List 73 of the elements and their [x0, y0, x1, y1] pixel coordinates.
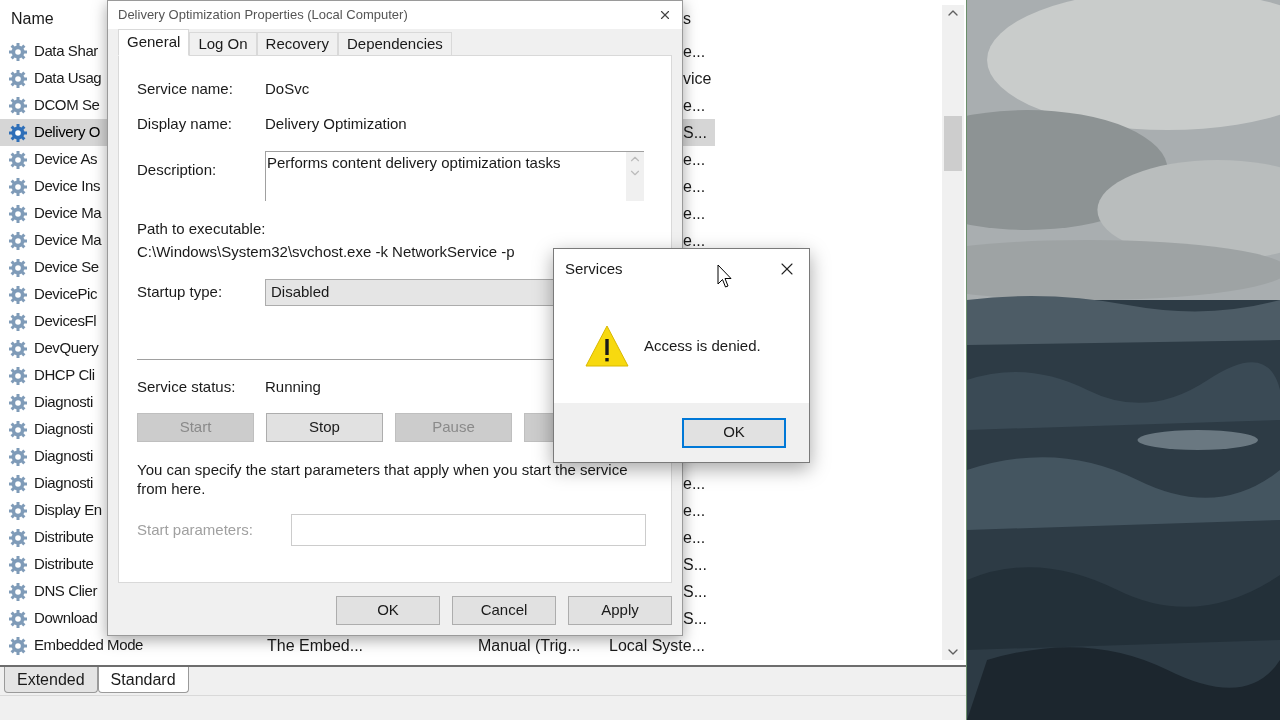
field-label: Service status: — [137, 376, 237, 397]
tab[interactable]: Dependencies — [337, 32, 452, 56]
scroll-thumb[interactable] — [944, 116, 962, 171]
service-button[interactable]: Stop — [266, 413, 383, 442]
gear-icon — [8, 365, 28, 386]
gear-icon — [8, 230, 28, 251]
gear-icon — [8, 284, 28, 305]
gear-icon — [8, 581, 28, 602]
cursor-icon — [717, 264, 733, 290]
table-cell: e... — [683, 528, 706, 546]
field-value: Delivery Optimization — [265, 113, 407, 134]
table-cell: S... — [683, 123, 707, 141]
field-label: Start parameters: — [137, 519, 254, 540]
column-header[interactable]: Name — [0, 7, 54, 31]
table-cell: S... — [683, 609, 707, 627]
gear-icon — [8, 149, 28, 170]
table-cell: e... — [683, 501, 706, 519]
tab[interactable]: Log On — [189, 32, 257, 56]
field-label: Startup type: — [137, 282, 224, 303]
field-label: Service name: — [137, 78, 234, 99]
hint-text: You can specify the start parameters that apply when you start the service from here. — [137, 460, 629, 498]
view-tab[interactable]: Extended — [4, 667, 98, 693]
gear-icon — [8, 554, 28, 575]
table-cell: vice — [683, 69, 712, 87]
table-cell: e... — [683, 150, 706, 168]
table-cell: e... — [683, 204, 706, 222]
table-cell: e... — [683, 231, 706, 249]
gear-icon — [8, 446, 28, 467]
table-cell: S... — [683, 555, 707, 573]
table-cell-text: Local Syste... — [609, 635, 707, 656]
window-title: Services — [565, 258, 623, 279]
column-header[interactable]: s — [683, 7, 691, 31]
path-text: C:\Windows\System32\svchost.exe -k NetworkService -p — [137, 242, 516, 261]
gear-icon — [8, 527, 28, 548]
field-label: Path to executable: — [137, 219, 267, 238]
field-label: Description: — [137, 160, 218, 180]
gear-icon — [8, 176, 28, 197]
field-label: Display name: — [137, 113, 234, 134]
gear-icon — [8, 608, 28, 629]
table-cell: S... — [683, 582, 707, 600]
gear-icon — [8, 338, 28, 359]
dialog-button[interactable]: Cancel — [452, 596, 556, 625]
table-cell: e... — [683, 96, 706, 114]
gear-icon — [8, 257, 28, 278]
field-value: Running — [265, 376, 321, 397]
table-cell-text: The Embed... — [267, 635, 365, 656]
field-value: DoSvc — [265, 78, 310, 99]
table-cell-text: Manual (Trig... — [478, 635, 582, 656]
gear-icon — [8, 68, 28, 89]
gear-icon — [8, 203, 28, 224]
gear-icon — [8, 500, 28, 521]
gear-icon — [8, 635, 28, 656]
gear-icon — [8, 392, 28, 413]
dialog-button[interactable]: Apply — [568, 596, 672, 625]
tab[interactable]: General — [118, 29, 190, 56]
gear-icon — [8, 122, 28, 143]
window-title: Delivery Optimization Properties (Local Computer) — [118, 6, 408, 25]
table-cell: e... — [683, 42, 706, 60]
ok-button[interactable]: OK — [682, 417, 786, 448]
gear-icon — [8, 41, 28, 62]
gear-icon — [8, 419, 28, 440]
table-cell: e... — [683, 177, 706, 195]
gear-icon — [8, 311, 28, 332]
tab[interactable]: Recovery — [256, 32, 338, 56]
dialog-button[interactable]: OK — [336, 596, 440, 625]
warning-icon — [584, 323, 630, 369]
close-icon[interactable] — [658, 8, 672, 22]
table-cell: e... — [683, 474, 706, 492]
message-text: Access is denied. — [644, 335, 761, 356]
view-tab[interactable]: Standard — [97, 667, 189, 693]
gear-icon — [8, 95, 28, 116]
gear-icon — [8, 473, 28, 494]
scrollbar[interactable] — [942, 5, 964, 660]
